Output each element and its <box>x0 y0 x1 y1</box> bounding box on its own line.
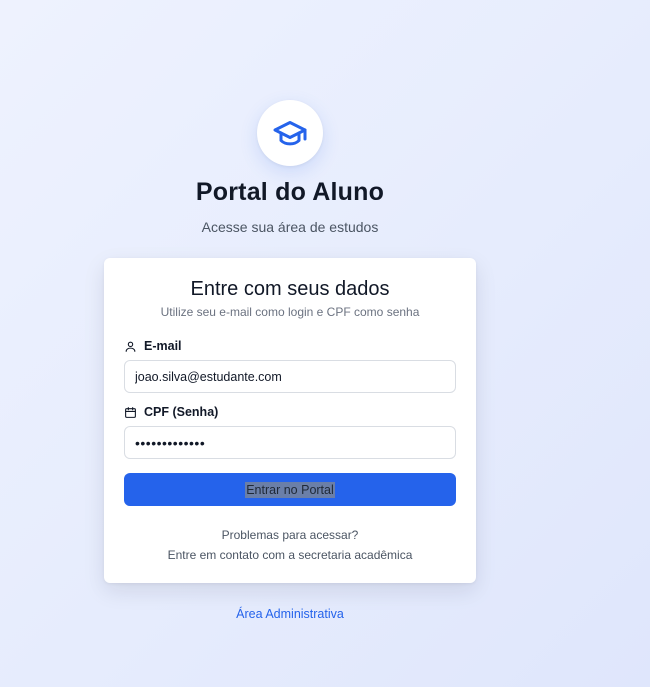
email-field[interactable] <box>124 360 456 393</box>
cpf-password-field[interactable] <box>124 426 456 459</box>
user-icon <box>125 341 136 352</box>
admin-area-link[interactable]: Área Administrativa <box>0 607 580 621</box>
cpf-label-text: CPF (Senha) <box>144 405 219 419</box>
email-label-text: E-mail <box>144 339 182 353</box>
card-subtitle: Utilize seu e-mail como login e CPF como… <box>160 305 420 319</box>
page-subtitle: Acesse sua área de estudos <box>201 219 379 235</box>
logo-badge <box>257 100 323 166</box>
page-title: Portal do Aluno <box>195 178 385 206</box>
cpf-label: CPF (Senha) <box>124 405 218 419</box>
email-label: E-mail <box>124 339 182 353</box>
help-contact: Entre em contato com a secretaria acadêm… <box>167 548 413 562</box>
login-card: Entre com seus dados Utilize seu e-mail … <box>104 258 476 583</box>
help-question: Problemas para acessar? <box>221 528 359 542</box>
graduation-cap-icon <box>273 121 307 146</box>
card-title: Entre com seus dados <box>190 278 390 300</box>
calendar-icon <box>125 406 136 418</box>
login-submit-button[interactable]: Entrar no Portal <box>124 473 456 506</box>
login-submit-label: Entrar no Portal <box>245 481 335 498</box>
